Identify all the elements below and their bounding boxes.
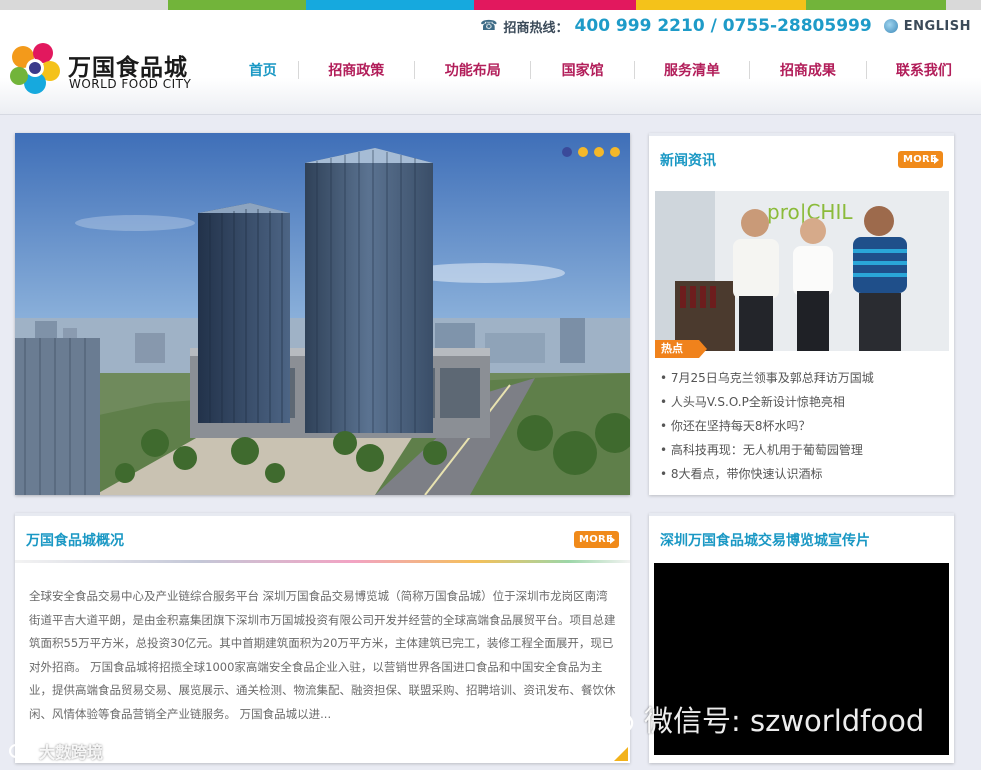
wechat-id: 微信号: szworldfood <box>644 704 925 738</box>
strip-segment <box>946 0 981 10</box>
hotline: ☎ 招商热线： 400 999 2210 / 0755-28805999 ENG… <box>480 16 971 36</box>
english-link[interactable]: ENGLISH <box>904 19 971 34</box>
logo-mark-icon <box>10 43 60 94</box>
main-nav: 首页 招商政策 功能布局 国家馆 服务清单 招商成果 联系我们 <box>228 58 981 82</box>
intro-divider <box>15 560 630 563</box>
news-title: 新闻资讯 <box>660 153 716 169</box>
news-item-text: 高科技再现：无人机用于葡萄园管理 <box>670 443 863 457</box>
hot-tag: 热点 <box>655 340 707 358</box>
globe-icon <box>883 19 898 33</box>
news-item-text: 8大看点，带你快速认识酒标 <box>670 467 823 481</box>
slide-dot[interactable] <box>578 147 588 157</box>
news-panel: 新闻资讯 MORE pro|CHIL 热点 • 7月25日乌克兰领事及郭总拜访万… <box>649 133 954 495</box>
wechat-watermark: 微信号: szworldfood <box>590 698 924 740</box>
nav-item-investment-policy[interactable]: 招商政策 <box>299 60 414 80</box>
strip-segment <box>0 0 168 10</box>
nav-item-contact[interactable]: 联系我们 <box>867 60 981 80</box>
strip-segment <box>806 0 946 10</box>
news-photo[interactable]: pro|CHIL <box>655 191 949 351</box>
slide-dot[interactable] <box>562 147 572 157</box>
hero-image <box>15 133 630 495</box>
news-item-text: 7月25日乌克兰领事及郭总拜访万国城 <box>670 371 874 385</box>
video-title: 深圳万国食品城交易博览城宣传片 <box>660 533 870 549</box>
site-header: ☎ 招商热线： 400 999 2210 / 0755-28805999 ENG… <box>0 10 981 115</box>
corner-fold-icon <box>614 747 628 761</box>
logo-english-name: WORLD FOOD CITY <box>69 77 192 91</box>
news-item-text: 你还在坚持每天8杯水吗？ <box>670 419 811 433</box>
intro-title: 万国食品城概况 <box>26 533 124 549</box>
slide-indicators <box>562 147 620 157</box>
nav-item-home[interactable]: 首页 <box>228 60 298 80</box>
wechat-icon <box>590 702 634 735</box>
source-watermark: 大數跨境 <box>8 740 103 762</box>
hero-banner[interactable] <box>15 133 630 495</box>
slide-dot[interactable] <box>594 147 604 157</box>
nav-item-results[interactable]: 招商成果 <box>750 60 865 80</box>
news-list: • 7月25日乌克兰领事及郭总拜访万国城 • 人头马V.S.O.P全新设计惊艳亮… <box>660 366 874 486</box>
intro-more-button[interactable]: MORE <box>574 531 619 548</box>
intro-panel: 万国食品城概况 MORE 全球安全食品交易中心及产业链综合服务平台 深圳万国食品… <box>15 513 630 763</box>
strip-segment <box>306 0 474 10</box>
news-item[interactable]: • 人头马V.S.O.P全新设计惊艳亮相 <box>660 390 874 414</box>
news-item[interactable]: • 高科技再现：无人机用于葡萄园管理 <box>660 438 874 462</box>
news-more-button[interactable]: MORE <box>898 151 943 168</box>
slide-dot[interactable] <box>610 147 620 157</box>
nav-item-services[interactable]: 服务清单 <box>635 60 749 80</box>
strip-segment <box>474 0 636 10</box>
strip-segment <box>636 0 806 10</box>
hotline-numbers: 400 999 2210 / 0755-28805999 <box>574 16 872 36</box>
intro-text: 全球安全食品交易中心及产业链综合服务平台 深圳万国食品交易博览城（简称万国食品城… <box>29 589 616 721</box>
news-item-text: 人头马V.S.O.P全新设计惊艳亮相 <box>670 395 845 409</box>
phone-icon: ☎ <box>480 18 498 34</box>
news-photo-image: pro|CHIL <box>655 191 949 351</box>
strip-segment <box>168 0 306 10</box>
news-item[interactable]: • 8大看点，带你快速认识酒标 <box>660 462 874 486</box>
news-item[interactable]: • 你还在坚持每天8杯水吗？ <box>660 414 874 438</box>
news-item[interactable]: • 7月25日乌克兰领事及郭总拜访万国城 <box>660 366 874 390</box>
nav-item-layout[interactable]: 功能布局 <box>415 60 530 80</box>
hotline-label: 招商热线： <box>503 20 569 36</box>
source-logo-icon <box>9 744 33 758</box>
nav-item-pavilions[interactable]: 国家馆 <box>531 60 633 80</box>
top-color-strip <box>0 0 981 10</box>
source-name: 大數跨境 <box>39 743 104 762</box>
site-logo[interactable]: 万国食品城 WORLD FOOD CITY <box>6 40 206 96</box>
